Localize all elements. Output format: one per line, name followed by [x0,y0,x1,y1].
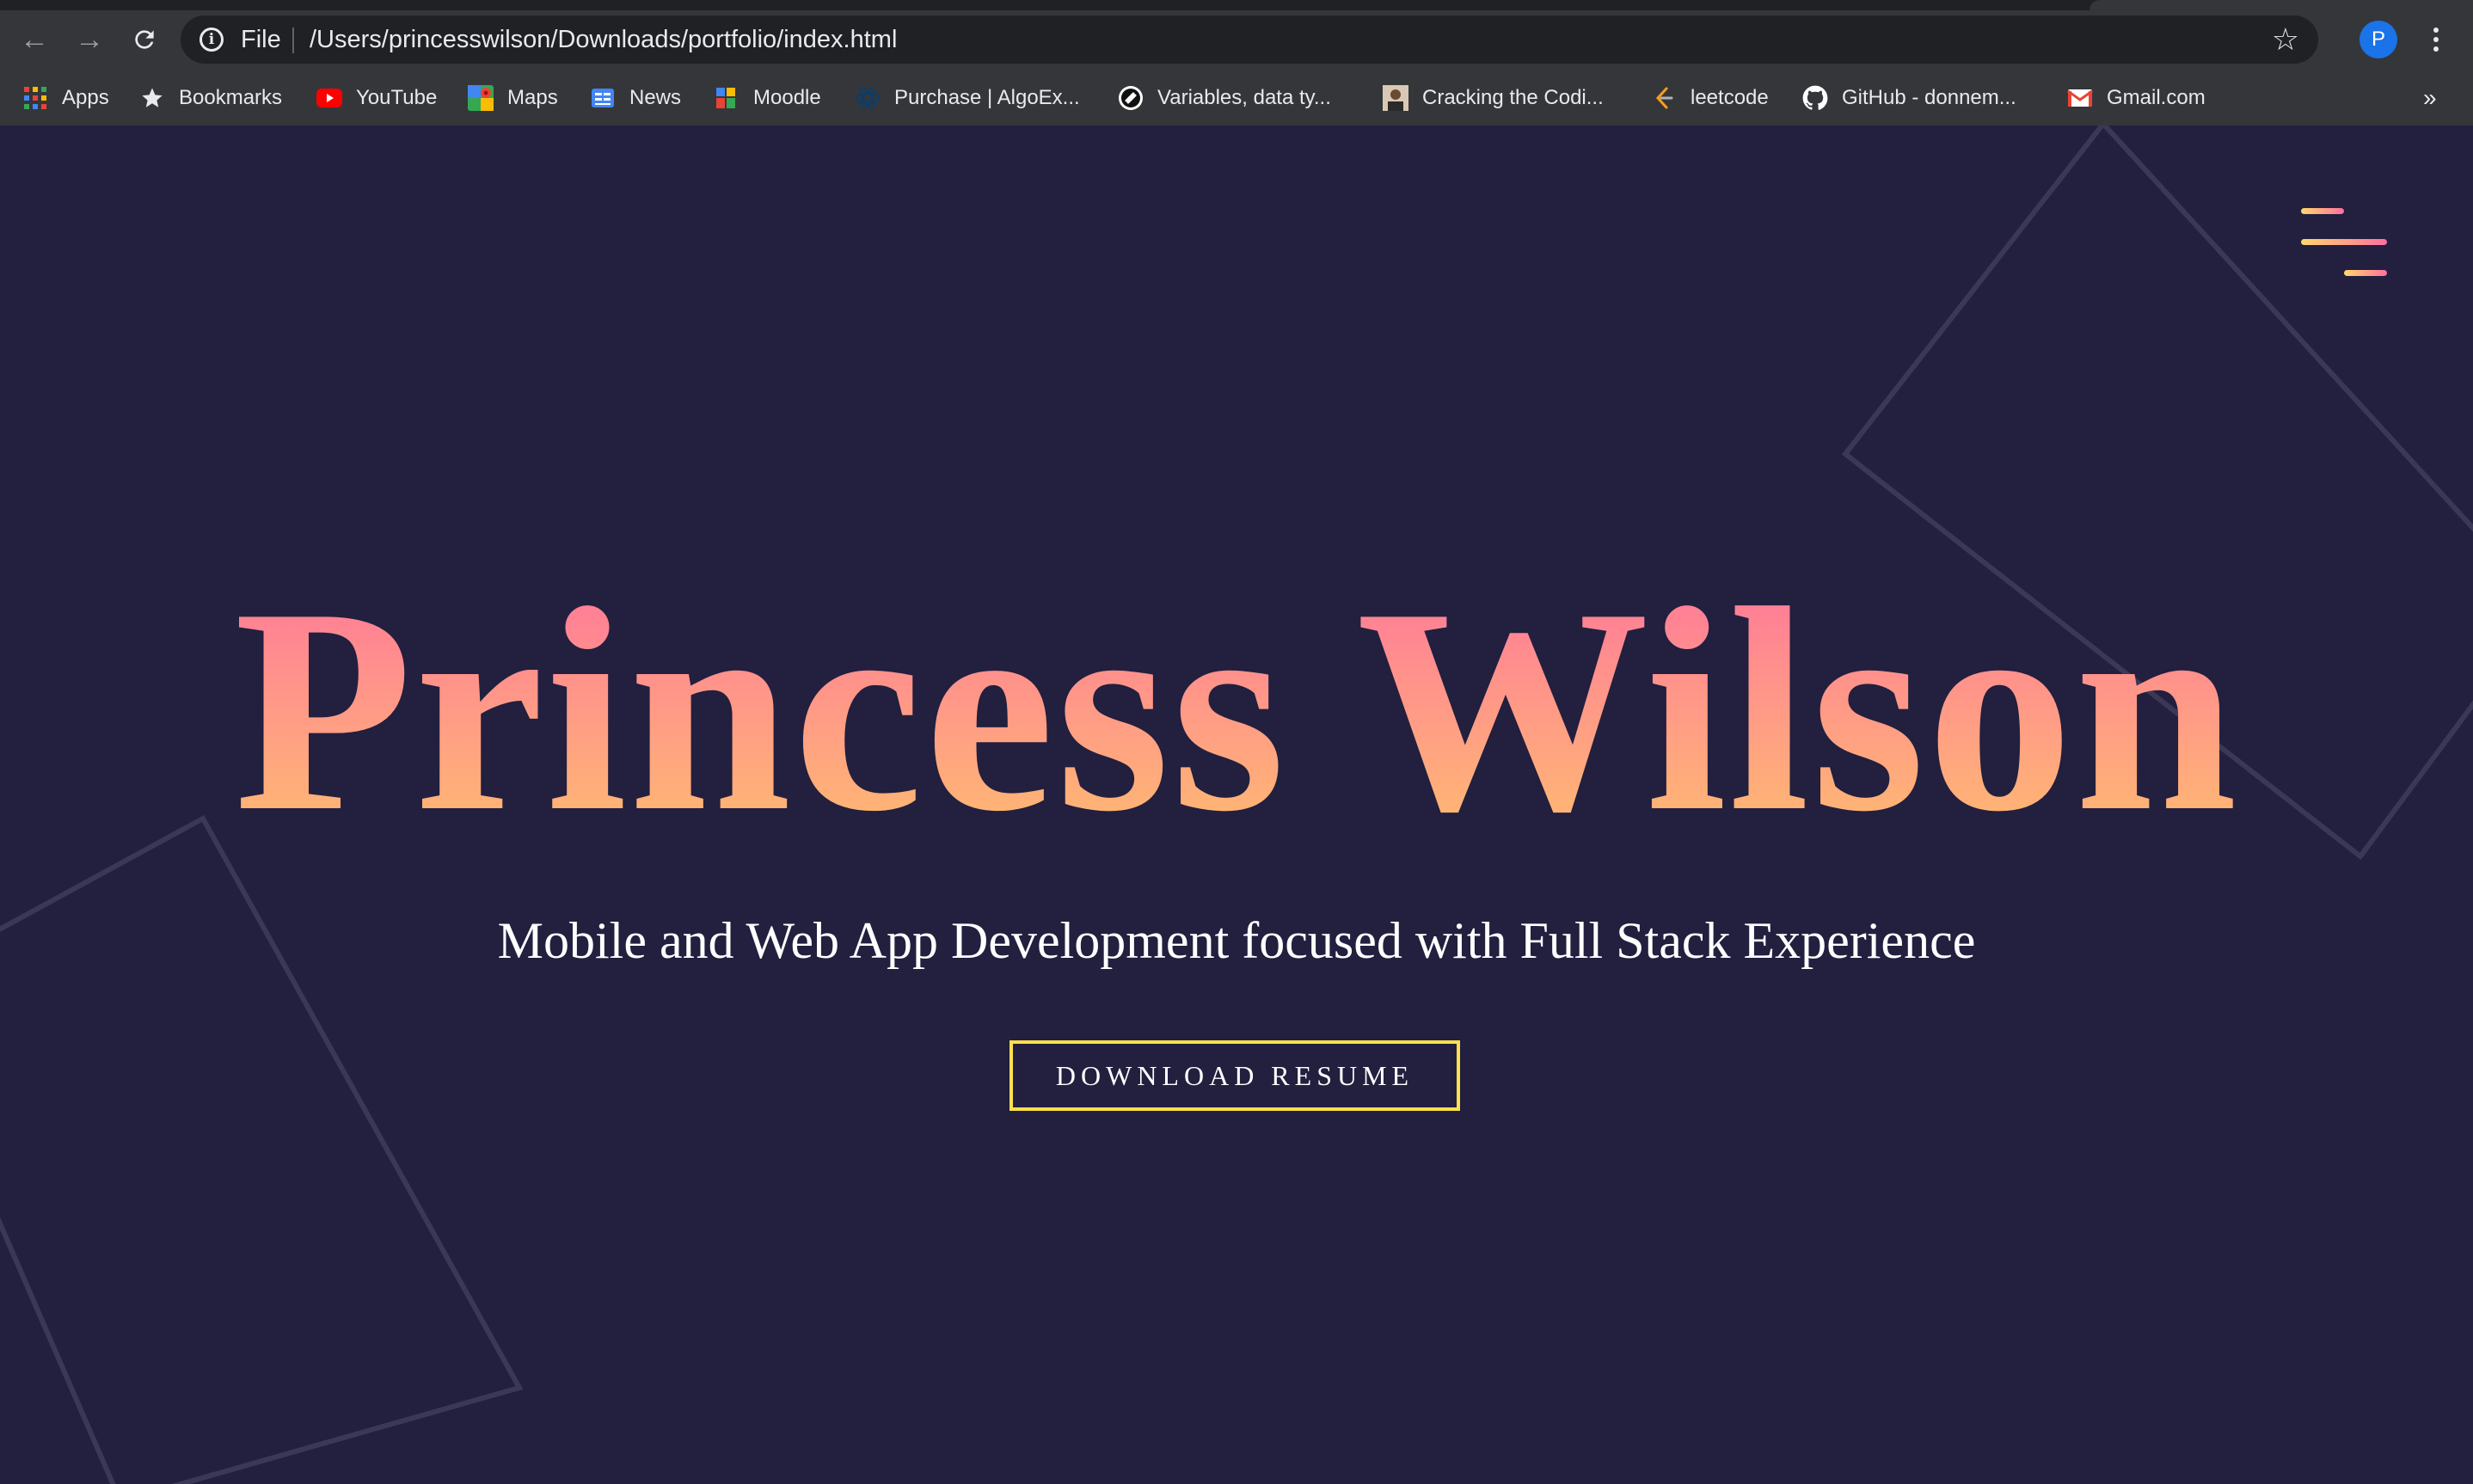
bookmark-label: Gmail.com [2107,86,2206,109]
bookmark-maps[interactable]: Maps [468,76,558,120]
bookmark-label: Cracking the Codi... [1422,86,1604,109]
github-icon [1802,85,1828,111]
maps-icon [468,85,494,111]
menu-line-middle [2301,239,2387,245]
bookmark-bookmarks[interactable]: Bookmarks [139,76,282,120]
bookmark-moodle[interactable]: Moodle [714,76,821,120]
bookmark-leetcode[interactable]: leetcode [1651,76,1769,120]
menu-line-top [2301,208,2344,214]
bookmark-variables[interactable]: Variables, data ty... [1118,76,1331,120]
bookmarks-bar: Apps Bookmarks YouTube Maps News Moodle … [0,76,2473,120]
reload-icon [135,30,154,49]
arrow-left-icon: ← [20,23,49,56]
leetcode-icon [1651,85,1677,111]
bookmark-label: Purchase | AlgoEx... [894,86,1080,109]
browser-chrome: ← → i File /Users/princesswilson/Downloa… [0,0,2473,126]
bookmark-label: GitHub - donnem... [1842,86,2016,109]
google-news-icon [590,85,616,111]
bookmark-youtube[interactable]: YouTube [316,76,437,120]
profile-avatar[interactable]: P [2359,21,2397,58]
menu-line-bottom [2344,270,2387,276]
bookmark-label: Moodle [753,86,821,109]
url-scheme-label: File [241,26,281,53]
bookmark-algoexpert[interactable]: Purchase | AlgoEx... [855,76,1080,120]
bookmarks-overflow-button[interactable]: » [2423,76,2437,120]
portfolio-page: Princess Wilson Mobile and Web App Devel… [0,126,2473,1484]
reload-button[interactable] [124,19,165,60]
tab-strip [0,0,2473,10]
forward-button[interactable]: → [69,19,110,60]
address-bar[interactable]: i File /Users/princesswilson/Downloads/p… [181,15,2318,64]
bookmark-news[interactable]: News [590,76,681,120]
url-separator [292,28,294,53]
bookmark-label: Bookmarks [179,86,283,109]
bookmark-label: Variables, data ty... [1157,86,1331,109]
bookmark-apps[interactable]: Apps [22,76,109,120]
bookmark-label: leetcode [1691,86,1769,109]
bookmark-cracking-the-coding[interactable]: Cracking the Codi... [1383,76,1604,120]
bookmark-gmail[interactable]: Gmail.com [2067,76,2206,120]
bookmark-star-icon[interactable]: ☆ [2272,21,2299,58]
algoexpert-icon [855,85,881,111]
back-button[interactable]: ← [14,19,55,60]
gmail-icon [2067,85,2093,111]
arrow-right-icon: → [75,23,104,56]
bookmark-label: Maps [507,86,558,109]
browser-menu-button[interactable] [2423,19,2449,60]
hero-name-heading: Princess Wilson [0,538,2473,882]
hamburger-menu-button[interactable] [2287,208,2390,277]
download-resume-button[interactable]: DOWNLOAD RESUME [1009,1040,1460,1111]
star-icon [139,85,165,111]
youtube-icon [316,85,342,111]
info-icon[interactable]: i [199,28,224,52]
bookmark-label: News [629,86,682,109]
site-favicon-icon [1118,85,1144,111]
bookmark-github[interactable]: GitHub - donnem... [1802,76,2016,120]
apps-grid-icon [22,85,48,111]
tab-edge [2089,0,2473,10]
bookmark-label: Apps [62,86,109,109]
hero-tagline: Mobile and Web App Development focused w… [497,912,1976,969]
url-text[interactable]: /Users/princesswilson/Downloads/portfoli… [310,24,897,55]
avatar-favicon-icon [1383,85,1408,111]
moodle-icon [714,85,739,111]
bookmark-label: YouTube [356,86,438,109]
